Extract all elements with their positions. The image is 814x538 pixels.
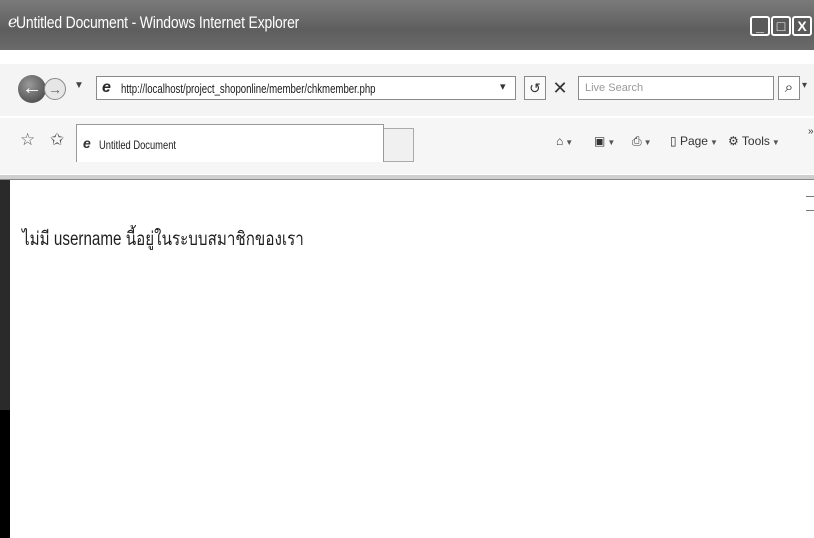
scrollbar-mark bbox=[806, 210, 814, 211]
search-options-dropdown-icon[interactable]: ▾ bbox=[802, 80, 807, 91]
page-menu-button[interactable]: ▯ Page ▼ bbox=[670, 134, 718, 148]
tools-menu-label: Tools bbox=[741, 134, 770, 148]
print-button[interactable]: ⎙ ▼ bbox=[632, 134, 652, 149]
feeds-button[interactable]: ▣ ▼ bbox=[594, 134, 615, 148]
minimize-button[interactable]: _ bbox=[750, 16, 770, 36]
tools-menu-button[interactable]: ⚙ Tools ▼ bbox=[728, 134, 780, 148]
home-button[interactable]: ⌂ ▼ bbox=[556, 134, 573, 148]
feeds-icon: ▣ bbox=[594, 134, 606, 148]
address-bar[interactable]: e http://localhost/project_shoponline/me… bbox=[96, 76, 516, 100]
address-url[interactable]: http://localhost/project_shoponline/memb… bbox=[121, 81, 376, 96]
address-dropdown-icon[interactable]: ▾ bbox=[500, 80, 514, 96]
tab-untitled-document[interactable]: e Untitled Document bbox=[76, 124, 384, 162]
add-favorite-icon[interactable]: ✩ bbox=[50, 130, 64, 150]
back-button[interactable]: ← bbox=[18, 75, 46, 103]
toolbar-overflow-icon[interactable]: » bbox=[808, 126, 814, 137]
scrollbar-mark bbox=[806, 196, 814, 197]
stop-button[interactable]: ✕ bbox=[550, 76, 570, 100]
new-tab-button[interactable] bbox=[384, 128, 414, 162]
home-icon: ⌂ bbox=[556, 134, 564, 148]
refresh-button[interactable]: ↺ bbox=[524, 76, 546, 100]
window-left-edge-dark bbox=[0, 410, 10, 538]
maximize-button[interactable]: □ bbox=[771, 16, 791, 36]
search-placeholder: Live Search bbox=[585, 82, 644, 94]
ie-page-icon: e bbox=[83, 135, 91, 151]
star-icon[interactable]: ☆ bbox=[20, 130, 35, 150]
search-input[interactable]: Live Search bbox=[578, 76, 774, 100]
ie-page-icon: e bbox=[102, 79, 111, 96]
page-message: ไม่มี username นี้อยู่ในระบบสมาชิกของเรา bbox=[22, 229, 304, 250]
gear-icon: ⚙ bbox=[728, 134, 739, 148]
page-icon: ▯ bbox=[670, 134, 677, 148]
close-button[interactable]: X bbox=[792, 16, 812, 36]
window-title: Untitled Document - Windows Internet Exp… bbox=[16, 13, 300, 32]
title-bar: ℯ Untitled Document - Windows Internet E… bbox=[0, 0, 814, 50]
print-icon: ⎙ bbox=[632, 134, 642, 148]
tab-label: Untitled Document bbox=[99, 138, 177, 152]
page-menu-label: Page bbox=[679, 134, 708, 148]
forward-button[interactable]: → bbox=[44, 78, 66, 100]
recent-pages-dropdown-icon[interactable]: ▼ bbox=[74, 80, 84, 91]
search-button[interactable]: ⌕ bbox=[778, 76, 800, 100]
